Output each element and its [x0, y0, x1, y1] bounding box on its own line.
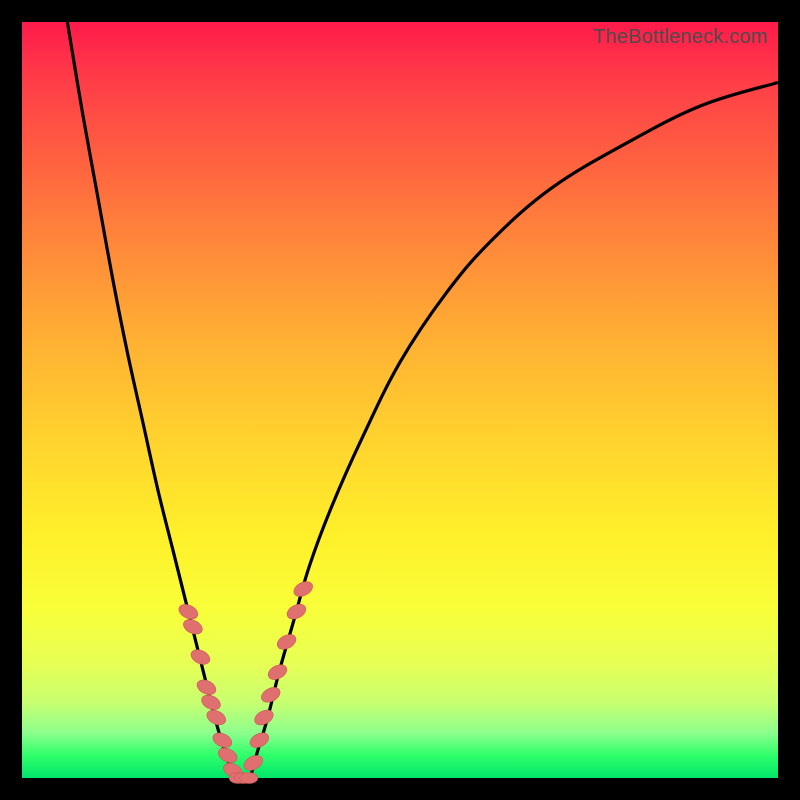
data-marker	[216, 745, 240, 765]
data-marker	[240, 773, 258, 784]
data-marker	[285, 601, 309, 622]
curve-left-branch	[67, 22, 235, 778]
curves-svg	[22, 22, 778, 778]
data-marker	[252, 707, 276, 728]
chart-frame: TheBottleneck.com	[0, 0, 800, 800]
data-marker	[204, 707, 228, 727]
data-marker	[181, 617, 205, 637]
plot-area: TheBottleneck.com	[22, 22, 778, 778]
data-marker	[211, 730, 235, 750]
data-marker	[176, 601, 200, 621]
data-marker	[189, 647, 213, 667]
data-marker	[199, 692, 223, 712]
data-marker	[195, 677, 219, 697]
curve-right-branch	[250, 82, 778, 778]
